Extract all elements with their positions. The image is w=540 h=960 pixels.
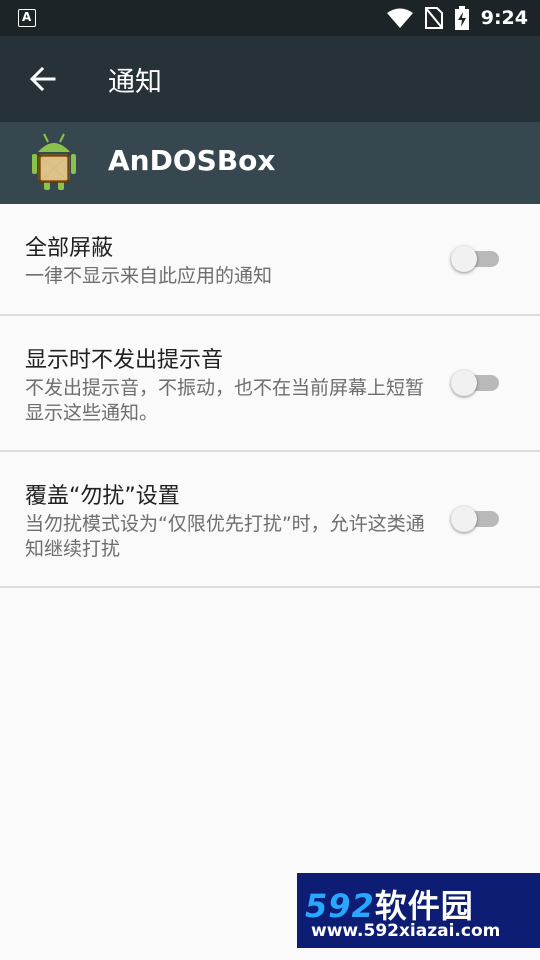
watermark-brand-num: 592: [305, 887, 375, 925]
wifi-icon: [386, 8, 413, 28]
switch-thumb: [451, 370, 477, 396]
setting-summary: 不发出提示音，不振动，也不在当前屏幕上短暂显示这些通知。: [25, 377, 425, 424]
watermark-brand-text: 软件园: [374, 887, 474, 925]
silent-display-switch[interactable]: [451, 370, 501, 396]
setting-silent-display[interactable]: 显示时不发出提示音 不发出提示音，不振动，也不在当前屏幕上短暂显示这些通知。: [0, 316, 540, 452]
setting-summary: 当勿扰模式设为“仅限优先打扰”时，允许这类通知继续打扰: [25, 513, 425, 560]
status-icons: 9:24: [386, 0, 528, 36]
setting-override-dnd[interactable]: 覆盖“勿扰”设置 当勿扰模式设为“仅限优先打扰”时，允许这类通知继续打扰: [0, 452, 540, 588]
setting-title: 覆盖“勿扰”设置: [25, 484, 180, 509]
watermark: 592软件园 www.592xiazai.com: [297, 873, 540, 948]
watermark-url: www.592xiazai.com: [311, 921, 501, 941]
arrow-back-icon[interactable]: [28, 64, 58, 94]
notification-app-icon: A: [18, 9, 36, 27]
setting-block-all[interactable]: 全部屏蔽 一律不显示来自此应用的通知: [0, 204, 540, 316]
battery-charging-icon: [454, 6, 469, 30]
app-name: AnDOSBox: [108, 144, 276, 177]
android-dosbox-icon: [32, 133, 76, 190]
setting-summary: 一律不显示来自此应用的通知: [25, 265, 273, 287]
app-header: AnDOSBox: [0, 122, 540, 204]
switch-thumb: [451, 246, 477, 272]
no-sim-icon: [424, 7, 443, 29]
override-dnd-switch[interactable]: [451, 506, 501, 532]
setting-title: 全部屏蔽: [25, 236, 114, 261]
page-title: 通知: [108, 67, 162, 98]
switch-thumb: [451, 506, 477, 532]
setting-title: 显示时不发出提示音: [25, 348, 224, 373]
status-bar: A 9:24: [0, 0, 540, 36]
toolbar: 通知: [0, 36, 540, 122]
block-all-switch[interactable]: [451, 246, 501, 272]
status-time: 9:24: [480, 7, 528, 29]
